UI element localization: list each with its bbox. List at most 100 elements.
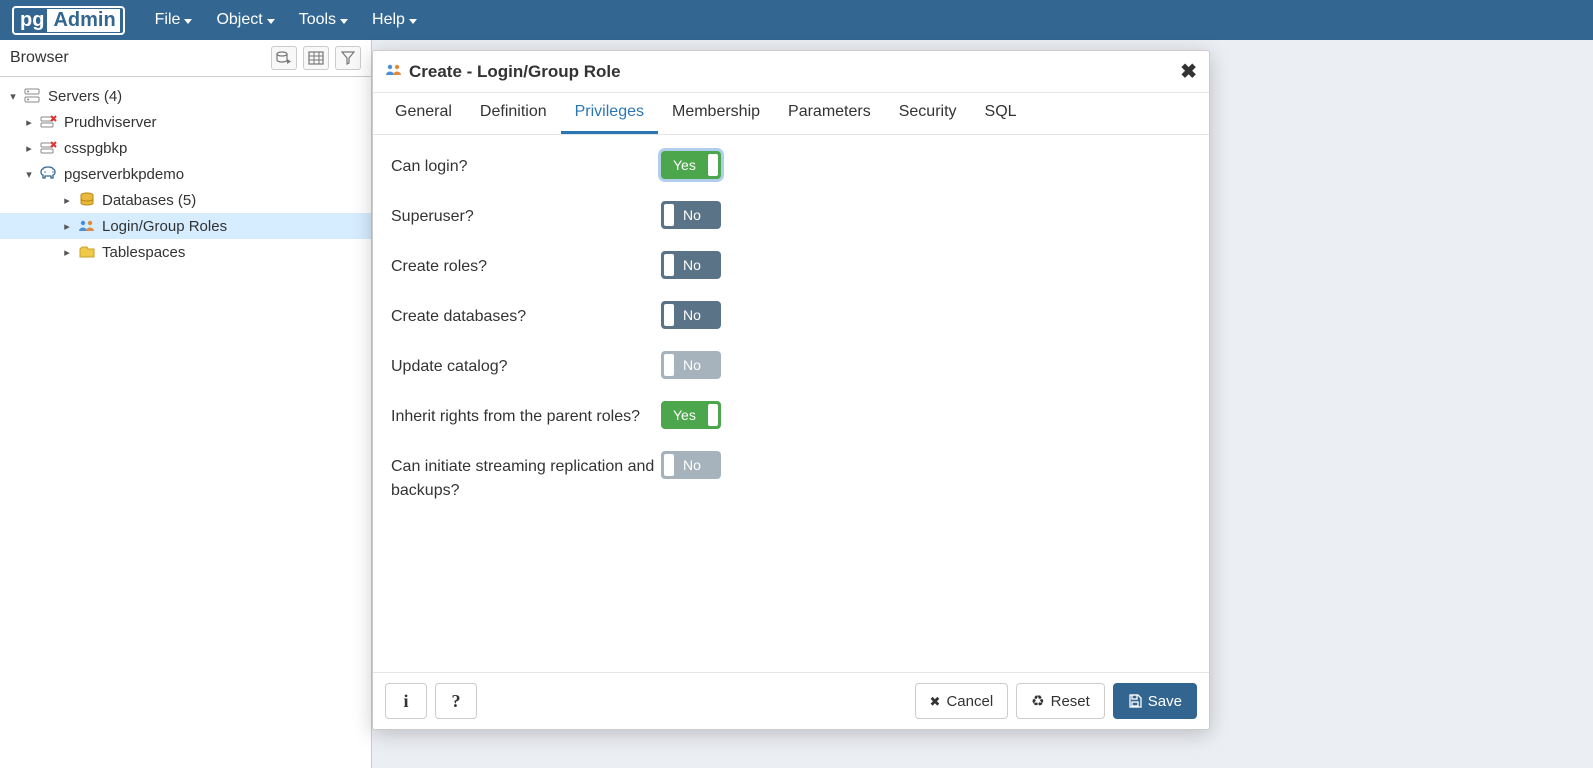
tab-definition[interactable]: Definition [466,93,561,134]
chevron-down-icon[interactable]: ▾ [6,90,20,103]
logo-admin: Admin [49,9,119,32]
privilege-toggle[interactable]: Yes [661,401,721,429]
dialog-body: Can login? Yes Superuser? No Create roles? No… [373,135,1209,672]
privilege-label: Can login? [391,151,661,179]
privilege-row: Can initiate streaming replication and b… [391,451,1191,503]
view-data-button[interactable] [303,46,329,70]
toggle-handle [708,154,718,176]
toggle-handle [664,204,674,226]
dialog-header: Create - Login/Group Role ✖ [373,51,1209,93]
privilege-row: Can login? Yes [391,151,1191,179]
privilege-row: Create roles? No [391,251,1191,279]
menu-tools-label: Tools [299,11,336,29]
toggle-handle [664,454,674,476]
chevron-down-icon [184,19,192,24]
chevron-down-icon[interactable]: ▾ [22,168,36,181]
tree-servers[interactable]: ▾ Servers (4) [0,83,371,109]
privilege-toggle: No [661,451,721,479]
menu-file[interactable]: File [155,11,193,29]
table-icon [308,51,324,65]
help-button[interactable]: ? [435,683,477,719]
chevron-right-icon[interactable]: ▸ [60,194,74,207]
servers-icon [24,87,42,105]
privilege-row: Create databases?No [391,301,1191,329]
logo-pg: pg [17,9,49,32]
toggle-label: No [683,357,701,373]
chevron-right-icon[interactable]: ▸ [22,116,36,129]
toggle-label: No [683,307,701,323]
tab-parameters[interactable]: Parameters [774,93,885,134]
dialog-title: Create - Login/Group Role [409,62,1180,82]
menu-help-label: Help [372,11,405,29]
privilege-label: Superuser? [391,201,661,229]
sidebar: Browser ▾ Servers (4) ▸ [0,40,372,768]
create-role-dialog: Create - Login/Group Role ✖ General Defi… [372,50,1210,730]
group-roles-icon [385,63,403,80]
tab-privileges[interactable]: Privileges [561,93,658,134]
tab-membership[interactable]: Membership [658,93,774,134]
menu-object-label: Object [216,11,262,29]
tab-general[interactable]: General [381,93,466,134]
elephant-icon [40,165,58,183]
chevron-right-icon[interactable]: ▸ [60,220,74,233]
close-icon[interactable]: ✖ [1180,59,1197,84]
content-area: Create - Login/Group Role ✖ General Defi… [372,40,1593,768]
browser-tree: ▾ Servers (4) ▸ Prudhviserver ▸ csspgbkp… [0,77,371,271]
privilege-toggle[interactable]: Yes [661,151,721,179]
group-roles-icon [78,217,96,235]
tree-label: Databases (5) [102,192,196,209]
toggle-label: Yes [673,157,696,173]
toggle-handle [664,354,674,376]
toggle-label: No [683,457,701,473]
menu-help[interactable]: Help [372,11,417,29]
menu-tools[interactable]: Tools [299,11,348,29]
filter-button[interactable] [335,46,361,70]
save-button[interactable]: Save [1113,683,1197,719]
help-icon: ? [452,691,461,712]
chevron-down-icon [409,19,417,24]
tree-server-pgserverbkpdemo[interactable]: ▾ pgserverbkpdemo [0,161,371,187]
tree-login-roles[interactable]: ▸ Login/Group Roles [0,213,371,239]
privilege-toggle[interactable]: No [661,301,721,329]
tree-label: pgserverbkpdemo [64,166,184,183]
tree-label: Tablespaces [102,244,185,261]
save-icon [1128,694,1142,708]
server-disconnected-icon [40,113,58,131]
privilege-toggle[interactable]: No [661,201,721,229]
info-icon: i [403,691,408,712]
privilege-row: Update catalog?No [391,351,1191,379]
tree-server-csspgbkp[interactable]: ▸ csspgbkp [0,135,371,161]
toggle-handle [708,404,718,426]
tab-sql[interactable]: SQL [971,93,1031,134]
reset-button[interactable]: Reset [1016,683,1105,719]
chevron-right-icon[interactable]: ▸ [60,246,74,259]
privilege-row: Inherit rights from the parent roles?Yes [391,401,1191,429]
chevron-down-icon [340,19,348,24]
privilege-toggle: No [661,351,721,379]
close-icon [930,693,941,710]
main-menu: File Object Tools Help [155,11,417,29]
privilege-label: Inherit rights from the parent roles? [391,401,661,429]
tree-server-prudhvi[interactable]: ▸ Prudhviserver [0,109,371,135]
tree-label: Login/Group Roles [102,218,227,235]
tab-security[interactable]: Security [885,93,971,134]
funnel-icon [341,51,355,65]
toggle-handle [664,254,674,276]
cancel-button[interactable]: Cancel [915,683,1009,719]
save-label: Save [1148,693,1182,710]
tablespace-icon [78,243,96,261]
tree-label: Servers (4) [48,88,122,105]
chevron-right-icon[interactable]: ▸ [22,142,36,155]
query-tool-button[interactable] [271,46,297,70]
toggle-label: No [683,257,701,273]
menu-object[interactable]: Object [216,11,274,29]
toggle-label: No [683,207,701,223]
tree-label: csspgbkp [64,140,127,157]
tree-tablespaces[interactable]: ▸ Tablespaces [0,239,371,265]
privilege-label: Create roles? [391,251,661,279]
sidebar-header: Browser [0,40,371,77]
sql-info-button[interactable]: i [385,683,427,719]
privilege-toggle[interactable]: No [661,251,721,279]
main: Browser ▾ Servers (4) ▸ [0,40,1593,768]
tree-databases[interactable]: ▸ Databases (5) [0,187,371,213]
